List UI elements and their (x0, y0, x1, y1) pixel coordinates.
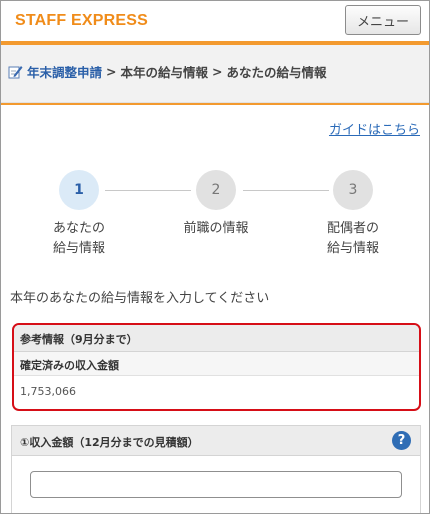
menu-button[interactable]: メニュー (345, 5, 421, 35)
help-icon[interactable]: ? (392, 431, 411, 450)
breadcrumb-item-current: あなたの給与情報 (226, 65, 327, 80)
app-logo: STAFF EXPRESS (15, 12, 148, 29)
income-amount-section: ①収入金額（12月分までの見積額） ? (11, 425, 421, 513)
step-2-label-line1: 前職の情報 (183, 221, 249, 236)
step-3-label-line2: 給与情報 (326, 241, 379, 256)
step-3-label-line1: 配偶者の (326, 221, 379, 236)
breadcrumb-link-nenmatsu[interactable]: 年末調整申請 (27, 62, 102, 81)
breadcrumb-item-salary: 本年の給与情報 (120, 65, 209, 80)
step-connector (105, 190, 191, 191)
step-3-label: 配偶者の 給与情報 (308, 219, 398, 259)
progress-stepper: 1 2 3 あなたの 給与情報 前職の情報 配偶者の 給与情報 (1, 169, 429, 259)
app-frame: STAFF EXPRESS メニュー 年末調整申請 > 本年の給与情報 > あな… (0, 0, 430, 514)
income-amount-heading-text: ①収入金額（12月分までの見積額） (20, 436, 199, 449)
step-1-circle: 1 (59, 170, 99, 210)
step-2-label: 前職の情報 (171, 219, 261, 239)
step-1-label-line1: あなたの (52, 221, 105, 236)
intro-text: 本年のあなたの給与情報を入力してください (10, 291, 270, 306)
edit-icon (8, 64, 23, 79)
reference-info-box: 参考情報（9月分まで） 確定済みの収入金額 1,753,066 (12, 323, 421, 411)
guide-link[interactable]: ガイドはこちら (329, 119, 420, 138)
income-amount-input[interactable] (30, 471, 402, 498)
header: STAFF EXPRESS メニュー (1, 1, 429, 41)
breadcrumb-separator: > (212, 64, 223, 79)
reference-income-value: 1,753,066 (20, 385, 76, 398)
breadcrumb-bar: 年末調整申請 > 本年の給与情報 > あなたの給与情報 (1, 45, 429, 103)
reference-heading: 参考情報（9月分まで） (14, 325, 419, 352)
step-1-label: あなたの 給与情報 (34, 219, 124, 259)
step-1-label-line2: 給与情報 (52, 241, 105, 256)
step-2-circle: 2 (196, 170, 236, 210)
step-connector (243, 190, 329, 191)
income-amount-heading: ①収入金額（12月分までの見積額） ? (12, 426, 420, 456)
reference-subheading: 確定済みの収入金額 (14, 352, 419, 376)
breadcrumb: 年末調整申請 > 本年の給与情報 > あなたの給与情報 (8, 62, 327, 81)
breadcrumb-accent-bar (1, 103, 429, 105)
step-3-circle: 3 (333, 170, 373, 210)
breadcrumb-separator: > (106, 64, 117, 79)
